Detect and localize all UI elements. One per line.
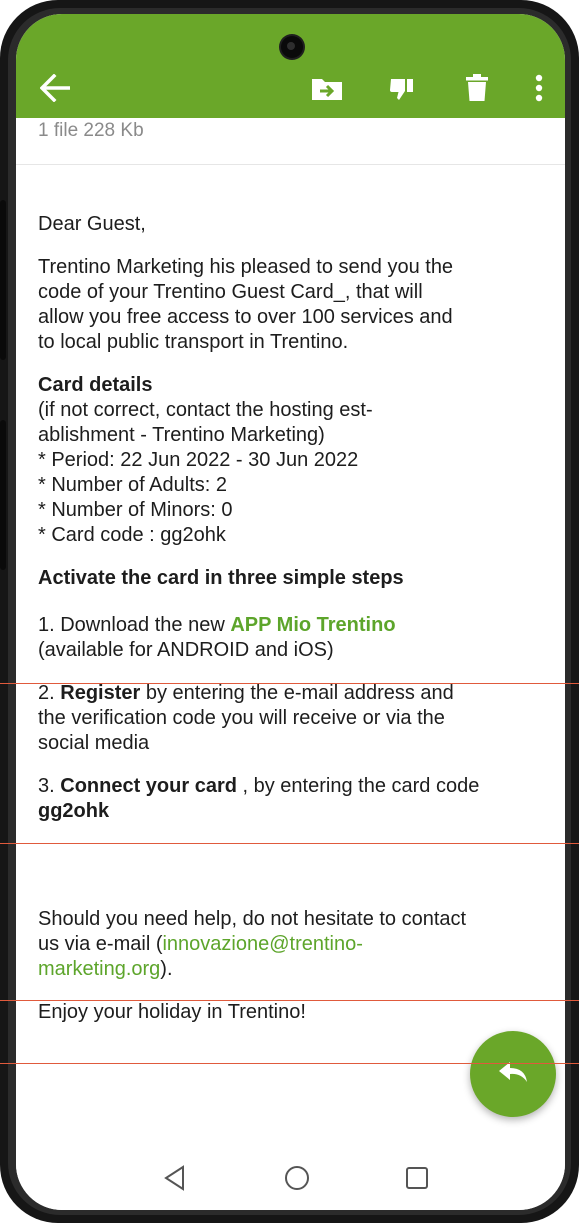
front-camera [281, 36, 303, 58]
volume-button [0, 200, 6, 360]
card-details-line: (if not correct, contact the hosting est… [38, 399, 373, 421]
app-link[interactable]: APP Mio Trentino [230, 614, 395, 636]
annotation-line [0, 1000, 579, 1001]
card-adults: * Number of Adults: 2 [38, 474, 227, 496]
step-2-number: 2. [38, 682, 61, 704]
screen: 1 file 228 Kb Dear Guest, Trentino Marke… [16, 14, 565, 1210]
move-button[interactable] [309, 72, 345, 108]
power-button [0, 420, 6, 570]
system-nav-bar [16, 1148, 565, 1210]
back-triangle-icon [163, 1164, 185, 1196]
annotation-line [0, 843, 579, 844]
step-2-text: by entering the e-mail address and [140, 682, 454, 704]
step-2: 2. Register by entering the e-mail addre… [38, 681, 553, 706]
step-1-platforms: (available for ANDROID and iOS) [38, 639, 334, 661]
step-3-bold: Connect your card [60, 775, 237, 797]
back-arrow-icon [39, 73, 72, 107]
intro-line: code of your Trentino Guest Card_, that … [38, 281, 423, 303]
card-code: * Card code : gg2ohk [38, 524, 226, 546]
reply-icon [498, 1061, 528, 1088]
steps-title: Activate the card in three simple steps [38, 567, 404, 589]
intro-line: allow you free access to over 100 servic… [38, 306, 453, 328]
email-link[interactable]: innovazione@trentino- [162, 933, 362, 955]
phone-frame: 1 file 228 Kb Dear Guest, Trentino Marke… [0, 0, 579, 1223]
spam-button[interactable] [384, 72, 420, 108]
nav-home-button[interactable] [277, 1160, 317, 1200]
recents-square-icon [405, 1166, 429, 1195]
attachment-summary[interactable]: 1 file 228 Kb [38, 120, 144, 142]
more-vert-icon [535, 74, 543, 107]
card-details-line: ablishment - Trentino Marketing) [38, 424, 325, 446]
step-3-number: 3. [38, 775, 61, 797]
reply-button[interactable] [470, 1031, 556, 1117]
step-2-line: the verification code you will receive o… [38, 707, 445, 729]
card-details-title: Card details [38, 374, 153, 396]
help-text: us via e-mail ( [38, 933, 163, 955]
step-1: 1. Download the new APP Mio Trentino [38, 613, 553, 638]
app-toolbar [16, 14, 565, 118]
step-1-text: 1. Download the new [38, 614, 231, 636]
email-body: Dear Guest, Trentino Marketing his pleas… [38, 212, 553, 1025]
help-line-3: marketing.org). [38, 957, 553, 982]
intro-line: to local public transport in Trentino. [38, 331, 349, 353]
home-circle-icon [284, 1165, 310, 1196]
annotation-line [0, 1063, 579, 1064]
annotation-line [0, 683, 579, 684]
help-line: Should you need help, do not hesitate to… [38, 908, 467, 930]
more-button[interactable] [529, 72, 549, 108]
back-button[interactable] [38, 72, 74, 108]
nav-recents-button[interactable] [397, 1160, 437, 1200]
email-link[interactable]: marketing.org [38, 958, 160, 980]
delete-button[interactable] [459, 72, 495, 108]
card-minors: * Number of Minors: 0 [38, 499, 233, 521]
greeting: Dear Guest, [38, 213, 146, 235]
move-to-folder-icon [311, 75, 343, 106]
intro-line: Trentino Marketing his pleased to send y… [38, 256, 454, 278]
step-3: 3. Connect your card , by entering the c… [38, 774, 553, 799]
step-2-bold: Register [60, 682, 141, 704]
nav-back-button[interactable] [154, 1160, 194, 1200]
help-text: ). [160, 958, 173, 980]
closing: Enjoy your holiday in Trentino! [38, 1001, 306, 1023]
step-3-text: , by entering the card code [236, 775, 480, 797]
thumbs-down-icon [389, 75, 415, 106]
card-period: * Period: 22 Jun 2022 - 30 Jun 2022 [38, 449, 359, 471]
step-3-code: gg2ohk [38, 800, 110, 822]
delete-icon [466, 73, 488, 107]
step-2-line: social media [38, 732, 150, 754]
divider [16, 164, 565, 165]
help-line-2: us via e-mail (innovazione@trentino- [38, 932, 553, 957]
